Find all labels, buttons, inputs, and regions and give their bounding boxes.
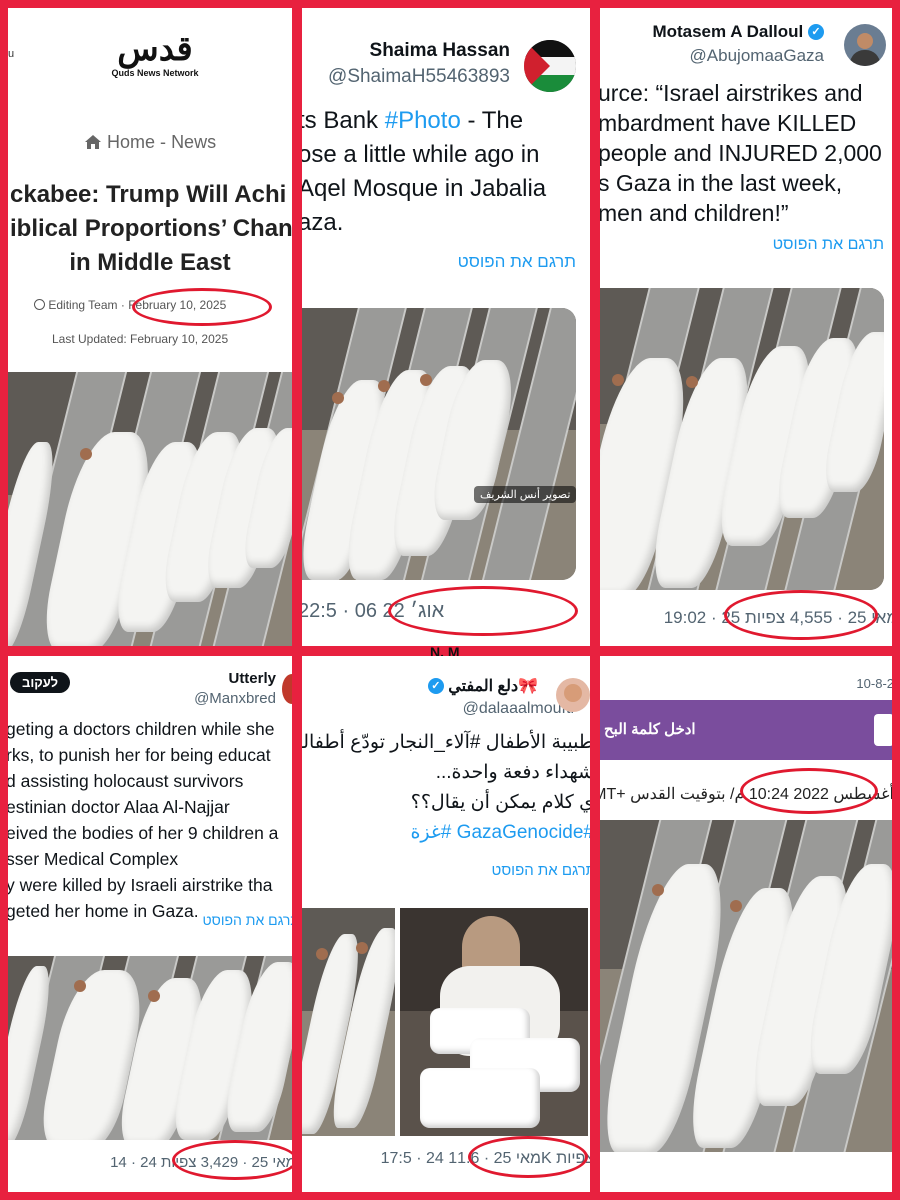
author-name[interactable]: Motasem A Dalloul ✓: [652, 22, 824, 42]
highlight-circle: [132, 288, 272, 326]
quds-logo[interactable]: قدس Quds News Network: [100, 30, 210, 78]
left-edge-text: u: [8, 48, 15, 60]
translate-link[interactable]: תרגם את הפוסט: [203, 912, 292, 928]
hashtag-photo[interactable]: #Photo: [385, 107, 461, 134]
tweet-panel-utterly: לעקוב Utterly @Manxbred geting a doctors…: [8, 656, 292, 1192]
tweet-panel-shaima: Shaima Hassan @ShaimaH55463893 ts Bank #…: [302, 8, 590, 646]
highlight-circle: [740, 768, 878, 814]
author[interactable]: Editing Team: [48, 298, 117, 312]
article-photo: [8, 372, 292, 646]
tweet-text: طبيبة الأطفال #آلاء_النجار تودّع أطفالها…: [302, 728, 590, 848]
tweet-line-5: eived the bodies of her 9 children a: [8, 823, 279, 843]
headline-line-1: ckabee: Trump Will Achi: [10, 181, 287, 208]
author-handle[interactable]: @ShaimaH55463893: [328, 66, 510, 88]
tweet-line-7: y were killed by Israeli airstrike tha: [8, 875, 273, 895]
avatar[interactable]: [844, 24, 886, 66]
translate-link[interactable]: תרגם את הפוסט: [458, 252, 576, 272]
avatar[interactable]: [524, 40, 576, 92]
last-updated: Last Updated: February 10, 2025: [52, 332, 229, 346]
headline-line-3: in Middle East: [69, 249, 231, 276]
breadcrumb: Home - News: [84, 132, 216, 155]
tweet-line-3: ي كلام يمكن أن يقال؟؟: [410, 792, 590, 813]
headline: ckabee: Trump Will Achi iblical Proporti…: [8, 178, 292, 280]
news-article-panel: u قدس Quds News Network Home - News ckab…: [8, 8, 292, 646]
tweet-line-4: aza.: [302, 209, 344, 236]
highlight-circle: [388, 586, 578, 636]
tweet-panel-dalaa: ✓ دلع المفتي🎀 @dalaaalmoufti طبيبة الأطف…: [302, 656, 590, 1192]
tweet-line-6: sser Medical Complex: [8, 849, 179, 869]
avatar[interactable]: [282, 674, 292, 704]
tweet-line-2: ose a little while ago in: [302, 141, 540, 168]
tweet-line-3: d assisting holocaust survivors: [8, 771, 244, 791]
search-input[interactable]: ادخل كلمة البح: [604, 720, 696, 738]
author-name[interactable]: Shaima Hassan: [370, 40, 510, 62]
news-page-panel: 10-8-2 ادخل كلمة البح أغسطس 2022 10:24 م…: [600, 656, 892, 1192]
tweet-text: geting a doctors children while she rks,…: [8, 716, 278, 924]
highlight-circle: [468, 1136, 588, 1178]
tweet-panel-motasem: Motasem A Dalloul ✓ @AbujomaaGaza urce: …: [600, 8, 892, 646]
tweet-line-1: ts Bank #Photo - The: [302, 107, 524, 134]
tweet-line-1: طبيبة الأطفال #آلاء_النجار تودّع أطفالها: [302, 732, 590, 753]
tweet-line-1: geting a doctors children while she: [8, 719, 275, 739]
tweet-photo[interactable]: [8, 956, 292, 1140]
wallet-icon[interactable]: [874, 714, 892, 746]
tweet-line-1: urce: “Israel airstrikes and: [600, 80, 863, 106]
author-name[interactable]: ✓ دلع المفتي🎀: [427, 676, 538, 696]
author-handle[interactable]: @Manxbred: [194, 690, 276, 707]
author-handle[interactable]: @AbujomaaGaza: [690, 46, 824, 66]
breadcrumb-home[interactable]: Home: [107, 132, 155, 152]
translate-link[interactable]: תרגם את הפוסט: [492, 862, 590, 879]
verified-icon: ✓: [808, 24, 824, 40]
user-icon: [34, 299, 45, 310]
tweet-line-2: rks, to punish her for being educat: [8, 745, 271, 765]
follow-button[interactable]: לעקוב: [10, 672, 71, 693]
highlight-circle: [724, 590, 878, 640]
tweet-photo[interactable]: [600, 288, 884, 590]
tweet-line-3: people and INJURED 2,000: [600, 140, 882, 166]
breadcrumb-separator: -: [160, 132, 167, 152]
tweet-line-5: men and children!”: [600, 200, 789, 226]
author-name[interactable]: Utterly: [228, 670, 276, 687]
tweet-line-2: شهداء دفعة واحدة...: [435, 762, 590, 783]
headline-line-2: iblical Proportions’ Chan: [10, 215, 292, 242]
tweet-line-4: estinian doctor Alaa Al-Najjar: [8, 797, 230, 817]
tweet-hashtags[interactable]: #GazaGenocide #غزة: [302, 818, 590, 848]
highlight-circle: [172, 1140, 292, 1180]
tweet-line-4: s Gaza in the last week,: [600, 170, 843, 196]
logo-subtitle: Quds News Network: [111, 68, 199, 78]
tweet-line-3: Aqel Mosque in Jabalia: [302, 175, 547, 202]
home-icon[interactable]: [84, 134, 102, 155]
avatar[interactable]: [556, 678, 590, 712]
logo-text: قدس: [117, 30, 193, 68]
photo-credit: تصوير أنس الشريف: [474, 486, 576, 503]
tweet-text: urce: “Israel airstrikes and mbardment h…: [600, 78, 882, 228]
verified-icon: ✓: [427, 678, 444, 694]
tweet-photo-left[interactable]: [302, 908, 395, 1136]
tweet-photo[interactable]: تصوير أنس الشريف: [302, 308, 576, 580]
search-bar[interactable]: ادخل كلمة البح: [600, 700, 892, 760]
tweet-line-2: mbardment have KILLED: [600, 110, 857, 136]
top-date: 10-8-2: [856, 676, 892, 691]
breadcrumb-news[interactable]: News: [171, 132, 216, 152]
article-photo: [600, 820, 892, 1152]
tweet-text: ts Bank #Photo - The ose a little while …: [302, 104, 546, 240]
tweet-photo-right[interactable]: [400, 908, 588, 1136]
translate-link[interactable]: תרגם את הפוסט: [773, 236, 884, 254]
